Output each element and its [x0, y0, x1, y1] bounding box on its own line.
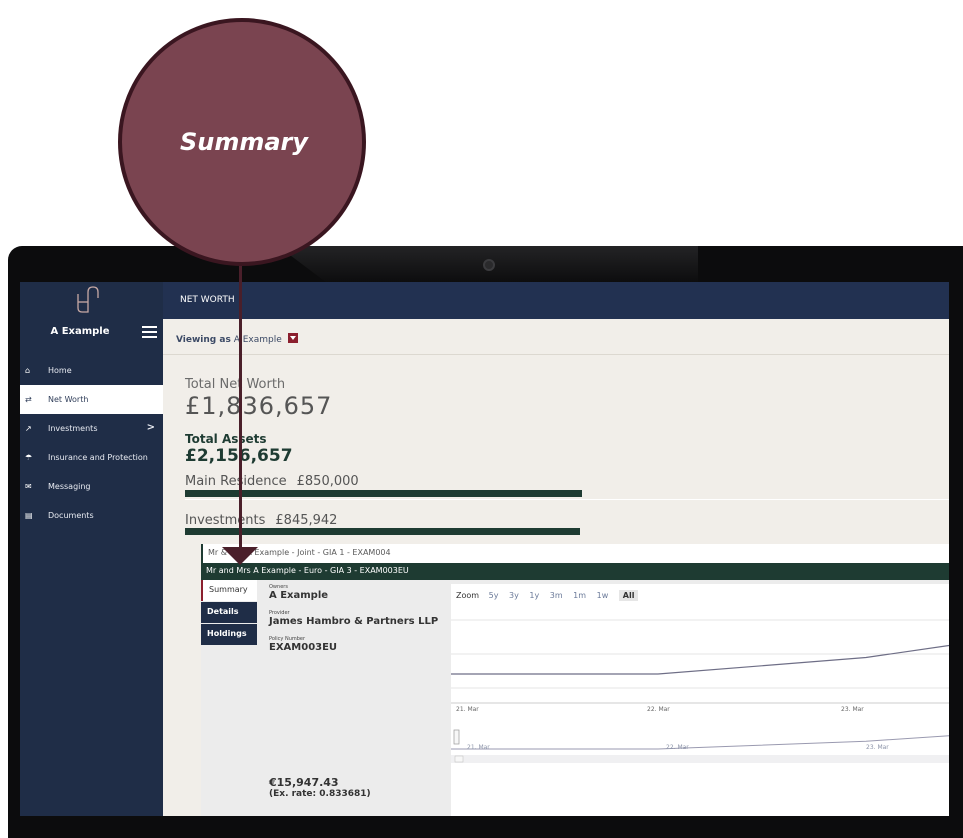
- panel-tabs: Summary Details Holdings: [201, 580, 257, 645]
- sidebar-nav: ⌂ Home ⇄ Net Worth ↗ Investments > ☂ Ins…: [20, 356, 163, 530]
- exchange-rate: (Ex. rate: 0.833681): [269, 789, 371, 799]
- account-row-joint[interactable]: Mr & Mrs A Example - Joint - GIA 1 - EXA…: [201, 544, 949, 563]
- camera-icon: [483, 259, 495, 271]
- series-line: [451, 644, 949, 675]
- asset-amount: £845,942: [275, 513, 338, 528]
- x-tick-label: 22. Mar: [647, 706, 670, 713]
- hamburger-menu-icon[interactable]: [142, 326, 157, 339]
- value-chart: Zoom 5y 3y 1y 3m 1m 1w All 21. Mar 22. M…: [451, 584, 949, 816]
- navigator-tick-label: 22. Mar: [666, 744, 689, 751]
- page-title: NET WORTH: [180, 295, 235, 305]
- tab-details[interactable]: Details: [201, 602, 257, 623]
- home-icon: ⌂: [25, 366, 31, 375]
- navigator-handle-left[interactable]: [453, 729, 460, 745]
- sidebar: A Example ⌂ Home ⇄ Net Worth ↗ Investmen…: [20, 282, 163, 816]
- asset-name: Investments: [185, 513, 266, 528]
- transfer-icon: ⇄: [25, 395, 32, 404]
- total-assets-label: Total Assets: [185, 432, 267, 446]
- dropdown-toggle-icon[interactable]: [287, 333, 298, 343]
- scroll-left-button[interactable]: [454, 755, 464, 763]
- provider-value: James Hambro & Partners LLP: [269, 616, 439, 627]
- total-net-worth-label: Total Net Worth: [185, 377, 286, 392]
- asset-amount: £850,000: [296, 474, 359, 489]
- sidebar-item-insurance[interactable]: ☂ Insurance and Protection: [20, 443, 163, 472]
- account-info: Owners A Example Provider James Hambro &…: [269, 580, 449, 653]
- divider: [185, 499, 949, 500]
- stage: A Example ⌂ Home ⇄ Net Worth ↗ Investmen…: [0, 0, 963, 838]
- app-screen: A Example ⌂ Home ⇄ Net Worth ↗ Investmen…: [20, 282, 949, 816]
- total-net-worth-value: £1,836,657: [185, 392, 333, 420]
- sidebar-item-messaging[interactable]: ✉ Messaging: [20, 472, 163, 501]
- viewing-as-label: Viewing as: [176, 335, 231, 345]
- profile-name: A Example: [50, 326, 110, 337]
- logo-icon: [77, 286, 99, 313]
- viewing-as-bar: Viewing as A Example: [163, 319, 949, 355]
- asset-name: Main Residence: [185, 474, 287, 489]
- asset-bar-investments: [185, 528, 580, 535]
- tab-holdings[interactable]: Holdings: [201, 624, 257, 645]
- summary-callout: Summary: [118, 18, 366, 266]
- callout-pointer: [239, 264, 242, 558]
- asset-row-main-residence[interactable]: Main Residence £850,000: [185, 474, 949, 489]
- account-row-euro[interactable]: Mr and Mrs A Example - Euro - GIA 3 - EX…: [201, 563, 949, 580]
- sidebar-item-label: Documents: [48, 511, 94, 520]
- envelope-icon: ✉: [25, 482, 32, 491]
- sidebar-item-documents[interactable]: ▤ Documents: [20, 501, 163, 530]
- tab-summary[interactable]: Summary: [201, 580, 257, 601]
- document-icon: ▤: [25, 511, 33, 520]
- asset-bar-main-residence: [185, 490, 582, 497]
- chart-svg: [451, 619, 949, 763]
- sidebar-item-home[interactable]: ⌂ Home: [20, 356, 163, 385]
- umbrella-icon: ☂: [25, 453, 33, 462]
- account-detail-panel: Summary Details Holdings Owners A Exampl…: [201, 580, 949, 816]
- top-bar: NET WORTH: [163, 282, 949, 319]
- callout-label: Summary: [179, 128, 309, 156]
- owners-value: A Example: [269, 590, 329, 601]
- policy-number-value: EXAM003EU: [269, 642, 338, 653]
- callout-pointer-arrow: [222, 547, 258, 565]
- sidebar-item-net-worth[interactable]: ⇄ Net Worth: [20, 385, 163, 414]
- sidebar-item-label: Messaging: [48, 482, 91, 491]
- sidebar-item-label: Net Worth: [48, 395, 89, 404]
- x-tick-label: 23. Mar: [841, 706, 864, 713]
- main-content: Total Net Worth £1,836,657 Total Assets …: [163, 355, 949, 816]
- sidebar-item-investments[interactable]: ↗ Investments >: [20, 414, 163, 443]
- chevron-right-icon: >: [146, 422, 155, 433]
- sidebar-item-label: Investments: [48, 424, 98, 433]
- sidebar-item-label: Insurance and Protection: [48, 453, 148, 462]
- navigator-tick-label: 23. Mar: [866, 744, 889, 751]
- asset-row-investments[interactable]: Investments £845,942: [185, 513, 949, 528]
- navigator-scrollbar[interactable]: [451, 755, 949, 763]
- x-tick-label: 21. Mar: [456, 706, 479, 713]
- sidebar-item-label: Home: [48, 366, 72, 375]
- navigator-tick-label: 21. Mar: [467, 744, 490, 751]
- chart-icon: ↗: [25, 424, 32, 433]
- account-value: €15,947.43: [269, 776, 339, 789]
